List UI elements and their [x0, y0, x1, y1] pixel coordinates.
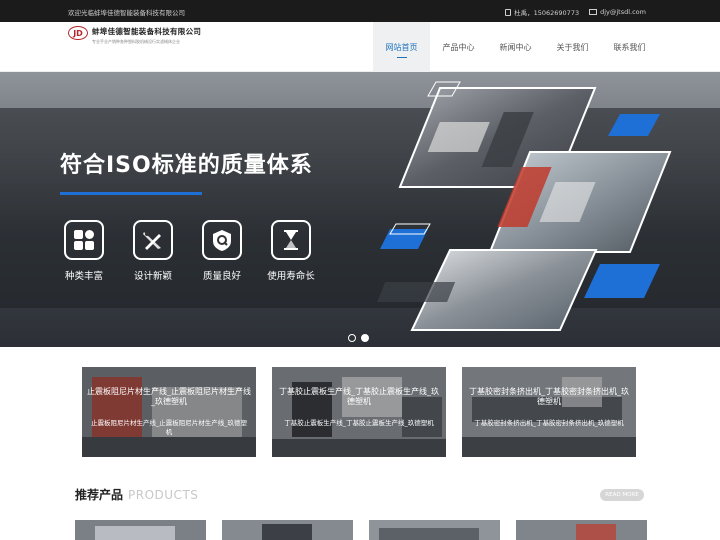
product-card[interactable]: 止震板阻尼片材生产线_止震板阻尼片材生产线_玖德塑机 止震板阻尼片材生产线_止震…	[82, 367, 256, 457]
banner-headline: 符合ISO标准的质量体系	[60, 153, 313, 178]
product-thumb[interactable]	[222, 520, 353, 540]
section-title: 推荐产品 PRODUCTS	[75, 486, 198, 503]
logo-mark: JD	[68, 26, 88, 40]
feature-label: 种类丰富	[64, 271, 103, 282]
section-title-en: PRODUCTS	[128, 488, 199, 502]
feature-label: 设计新颖	[133, 271, 172, 282]
mail-icon	[589, 9, 598, 15]
phone-icon	[505, 8, 512, 16]
product-card[interactable]: 丁基胶止震板生产线_丁基胶止震板生产线_玖德塑机 丁基胶止震板生产线_丁基胶止震…	[272, 367, 446, 457]
nav-item-about[interactable]: 关于我们	[544, 22, 601, 72]
product-thumb-row	[75, 520, 647, 540]
feature-list: 种类丰富 设计新颖 质量良好 使用寿命长	[60, 220, 315, 282]
nav-item-contact[interactable]: 联系我们	[601, 22, 658, 72]
card-title: 丁基胶止震板生产线_丁基胶止震板生产线_玖德塑机	[279, 387, 439, 406]
main-nav: 网站首页 产品中心 新闻中心 关于我们 联系我们	[373, 22, 658, 72]
slider-dots	[348, 334, 369, 342]
company-name: 蚌埠佳德智能装备科技有限公司	[92, 27, 202, 36]
nav-item-home[interactable]: 网站首页	[373, 22, 430, 72]
section-title-cn: 推荐产品	[75, 488, 124, 502]
site-logo[interactable]: JD 蚌埠佳德智能装备科技有限公司 专业手业产销种各种塑料胶机械设行实滤械体企业	[68, 26, 201, 45]
feature-item: 质量良好	[198, 220, 246, 282]
product-thumb[interactable]	[75, 520, 206, 540]
quality-shield-icon	[202, 220, 242, 260]
company-slogan: 专业手业产销种各种塑料胶机械设行实滤械体企业	[92, 39, 180, 44]
nav-label: 联系我们	[613, 42, 646, 52]
product-thumb[interactable]	[369, 520, 500, 540]
top-bar: 欢迎光临蚌埠佳德智能装备科技有限公司 杜禹，15062690773 djy@jt…	[0, 0, 720, 22]
headline-underline	[60, 192, 202, 195]
grid-icon	[64, 220, 104, 260]
feature-item: 种类丰富	[60, 220, 108, 282]
site-header: JD 蚌埠佳德智能装备科技有限公司 专业手业产销种各种塑料胶机械设行实滤械体企业…	[0, 22, 720, 72]
slider-dot[interactable]	[348, 334, 356, 342]
slider-dot-active[interactable]	[361, 334, 369, 342]
nav-item-news[interactable]: 新闻中心	[487, 22, 544, 72]
hourglass-icon	[271, 220, 311, 260]
feature-label: 质量良好	[202, 271, 241, 282]
hero-banner: 符合ISO标准的质量体系 种类丰富 设计新颖 质量良好 使用寿命长	[0, 72, 720, 347]
nav-label: 网站首页	[385, 42, 418, 52]
read-more-button[interactable]: READ MORE	[600, 489, 644, 501]
phone-contact: 杜禹，15062690773	[505, 7, 579, 17]
card-title: 丁基胶密封条挤出机_丁基胶密封条挤出机_玖德塑机	[469, 387, 629, 406]
nav-label: 关于我们	[556, 42, 589, 52]
card-subtitle: 丁基胶止震板生产线_丁基胶止震板生产线_玖德塑机	[284, 419, 434, 427]
factory-photo-collage	[377, 81, 672, 331]
phone-text: 杜禹，15062690773	[514, 9, 580, 17]
nav-label: 新闻中心	[499, 42, 532, 52]
email-contact[interactable]: djy@jtsdl.com	[589, 8, 646, 16]
card-subtitle: 止震板阻尼片材生产线_止震板阻尼片材生产线_玖德塑机	[91, 419, 247, 436]
contact-info: 杜禹，15062690773 djy@jtsdl.com	[505, 7, 646, 17]
feature-item: 使用寿命长	[267, 220, 315, 282]
nav-item-products[interactable]: 产品中心	[430, 22, 487, 72]
email-text[interactable]: djy@jtsdl.com	[600, 8, 646, 16]
nav-label: 产品中心	[442, 42, 475, 52]
product-thumb[interactable]	[516, 520, 647, 540]
feature-item: 设计新颖	[129, 220, 177, 282]
card-subtitle: 丁基胶密封条挤出机_丁基胶密封条挤出机_玖德塑机	[474, 419, 624, 427]
welcome-text: 欢迎光临蚌埠佳德智能装备科技有限公司	[68, 9, 185, 17]
feature-label: 使用寿命长	[267, 271, 315, 282]
card-title: 止震板阻尼片材生产线_止震板阻尼片材生产线_玖德塑机	[87, 387, 251, 406]
product-card[interactable]: 丁基胶密封条挤出机_丁基胶密封条挤出机_玖德塑机 丁基胶密封条挤出机_丁基胶密封…	[462, 367, 636, 457]
design-tools-icon	[133, 220, 173, 260]
product-card-row: 止震板阻尼片材生产线_止震板阻尼片材生产线_玖德塑机 止震板阻尼片材生产线_止震…	[82, 367, 636, 457]
